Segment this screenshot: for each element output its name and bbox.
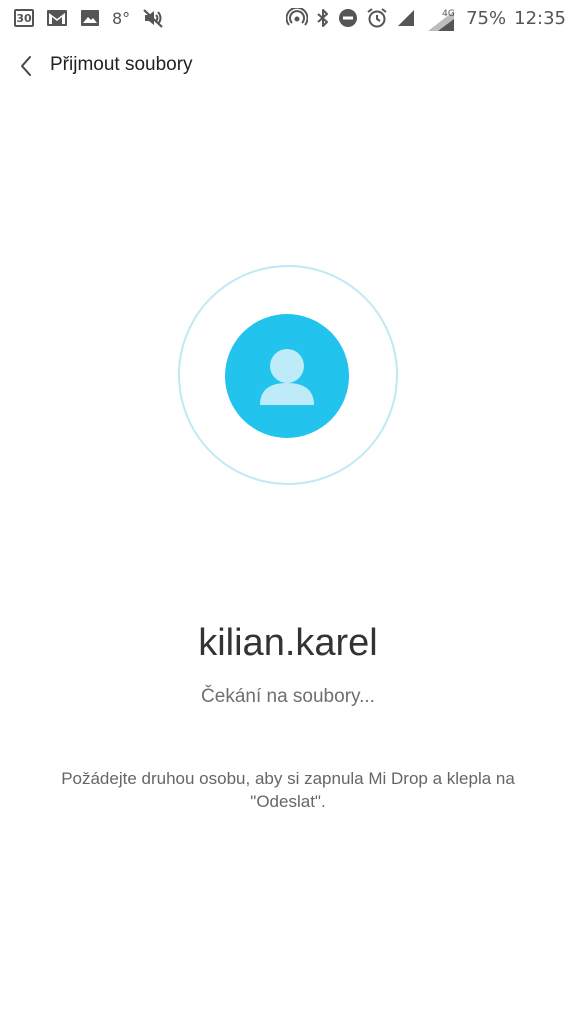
page-title: Přijmout soubory: [50, 54, 193, 75]
calendar-day: 30: [14, 9, 34, 27]
status-bar: 30 8° 4G 75% 12:35: [0, 0, 576, 36]
clock: 12:35: [514, 7, 566, 29]
network-type: 4G: [442, 9, 455, 19]
signal-4g-icon: 4G: [424, 3, 458, 33]
signal-icon: [396, 8, 416, 28]
back-button[interactable]: [10, 50, 42, 82]
calendar-icon: 30: [14, 9, 34, 27]
battery-level: 75%: [466, 7, 507, 29]
person-icon: [260, 349, 314, 405]
gallery-icon: [80, 9, 100, 27]
device-name: kilian.karel: [198, 622, 378, 664]
alarm-icon: [366, 7, 388, 29]
app-header: Přijmout soubory: [0, 48, 576, 86]
status-bar-left: 30 8°: [14, 0, 164, 36]
avatar: [225, 314, 349, 438]
waiting-status: Čekání na soubory...: [201, 686, 375, 707]
bluetooth-icon: [316, 8, 330, 28]
temperature: 8°: [112, 8, 131, 28]
do-not-disturb-icon: [338, 8, 358, 28]
chevron-left-icon: [21, 56, 31, 76]
receiver-avatar-area: [178, 265, 398, 485]
instruction-hint: Požádejte druhou osobu, aby si zapnula M…: [61, 769, 515, 811]
receive-files-screen: 30 8° 4G 75% 12:35 Přijmout soubory kili…: [0, 0, 576, 1024]
volume-muted-icon: [142, 8, 164, 28]
hotspot-icon: [286, 8, 309, 28]
gmail-icon: [46, 9, 68, 27]
status-bar-right: 4G 75% 12:35: [286, 0, 566, 36]
